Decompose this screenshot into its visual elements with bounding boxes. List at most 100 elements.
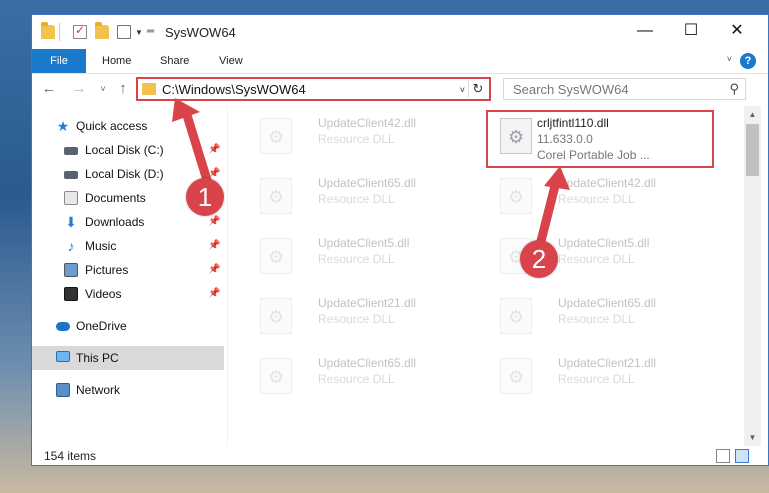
- chevron-down-icon[interactable]: ˅: [727, 54, 732, 64]
- sidebar-item-onedrive[interactable]: OneDrive: [32, 314, 224, 338]
- refresh-icon[interactable]: ↻: [468, 80, 487, 98]
- dll-file-icon: [500, 178, 532, 214]
- search-icon[interactable]: ⚲: [729, 81, 739, 97]
- sidebar-item-label: Quick access: [76, 119, 148, 133]
- sidebar-item-label: Pictures: [85, 263, 129, 277]
- explorer-window: ▼ ═ SysWOW64 — ☐ ✕ File Home Share View …: [31, 14, 769, 466]
- folder-icon: [142, 83, 156, 95]
- disk-icon: [64, 147, 78, 155]
- search-input[interactable]: Search SysWOW64 ⚲: [503, 78, 746, 100]
- dll-file-icon: [500, 298, 532, 334]
- item-count: 154 items: [44, 449, 97, 463]
- file-name: UpdateClient5.dll: [318, 236, 410, 250]
- file-type: Resource DLL: [318, 372, 395, 386]
- toolbar-divider: [59, 23, 60, 41]
- navigation-pane: ★ Quick access Local Disk (C:) 📌 Local D…: [32, 114, 224, 444]
- maximize-button[interactable]: ☐: [668, 15, 714, 47]
- file-name: UpdateClient42.dll: [318, 116, 417, 130]
- file-type: Resource DLL: [318, 252, 395, 266]
- file-type: Resource DLL: [318, 132, 395, 146]
- pin-icon[interactable]: 📌: [208, 282, 220, 306]
- dll-file-icon: [500, 358, 532, 394]
- file-item[interactable]: UpdateClient65.dll Resource DLL: [250, 354, 480, 406]
- address-bar[interactable]: C:\Windows\SysWOW64 ˅ ↻: [136, 77, 491, 101]
- properties-check-icon[interactable]: [73, 23, 87, 39]
- properties-icon[interactable]: [117, 25, 131, 39]
- recent-locations-icon[interactable]: ˅: [94, 80, 112, 98]
- navigation-bar: ← → ˅ ↑ C:\Windows\SysWOW64 ˅ ↻ Search S…: [32, 74, 768, 106]
- step-2-badge: 2: [520, 240, 558, 278]
- highlight-box: [486, 110, 714, 168]
- sidebar-item-music[interactable]: ♪ Music 📌: [32, 234, 224, 258]
- sidebar-item-label: Network: [76, 383, 121, 397]
- chevron-down-icon[interactable]: ˅: [460, 85, 465, 95]
- music-icon: ♪: [67, 238, 75, 254]
- up-arrow-icon[interactable]: ↑: [114, 80, 132, 98]
- scroll-down-icon[interactable]: ▼: [744, 429, 761, 446]
- file-list: UpdateClient42.dll Resource DLL UpdateCl…: [228, 106, 744, 446]
- window-title: SysWOW64: [165, 25, 236, 40]
- file-item[interactable]: UpdateClient65.dll Resource DLL: [490, 294, 720, 346]
- star-icon: ★: [56, 118, 70, 134]
- tab-view[interactable]: View: [219, 49, 243, 73]
- sidebar-item-pictures[interactable]: Pictures 📌: [32, 258, 224, 282]
- vertical-scrollbar[interactable]: ▲ ▼: [744, 106, 761, 446]
- close-button[interactable]: ✕: [714, 15, 760, 47]
- sidebar-item-network[interactable]: Network: [32, 378, 224, 402]
- new-folder-icon[interactable]: [95, 22, 109, 39]
- file-type: Resource DLL: [558, 252, 635, 266]
- address-path[interactable]: C:\Windows\SysWOW64: [162, 82, 306, 97]
- help-button[interactable]: ?: [740, 53, 756, 69]
- title-bar: ▼ ═ SysWOW64 — ☐ ✕: [32, 15, 768, 51]
- network-icon: [56, 383, 70, 397]
- sidebar-item-this-pc[interactable]: This PC: [32, 346, 224, 370]
- dll-file-icon: [260, 118, 292, 154]
- sidebar-item-quick-access[interactable]: ★ Quick access: [32, 114, 224, 138]
- pictures-icon: [64, 263, 78, 277]
- back-arrow-icon[interactable]: ←: [40, 80, 58, 98]
- file-item[interactable]: UpdateClient42.dll Resource DLL: [490, 174, 720, 226]
- file-type: Resource DLL: [318, 312, 395, 326]
- status-bar: 154 items: [32, 446, 768, 466]
- file-item[interactable]: UpdateClient42.dll Resource DLL: [250, 114, 480, 166]
- file-name: UpdateClient5.dll: [558, 236, 650, 250]
- sidebar-item-label: Videos: [85, 287, 122, 301]
- tab-share[interactable]: Share: [160, 49, 189, 73]
- customize-toolbar-icon[interactable]: ═: [147, 26, 154, 37]
- chevron-down-icon[interactable]: ▼: [135, 28, 143, 37]
- folder-icon: [41, 22, 55, 39]
- tab-file[interactable]: File: [32, 49, 86, 73]
- scroll-thumb[interactable]: [746, 124, 759, 176]
- file-type: Resource DLL: [318, 192, 395, 206]
- sidebar-item-label: Music: [85, 239, 117, 253]
- file-item[interactable]: UpdateClient65.dll Resource DLL: [250, 174, 480, 226]
- videos-icon: [64, 287, 78, 301]
- cloud-icon: [56, 322, 70, 331]
- pin-icon[interactable]: 📌: [208, 258, 220, 282]
- dll-file-icon: [260, 238, 292, 274]
- step-1-badge: 1: [186, 178, 224, 216]
- minimize-button[interactable]: —: [622, 15, 668, 47]
- file-item[interactable]: UpdateClient21.dll Resource DLL: [250, 294, 480, 346]
- file-name: UpdateClient65.dll: [318, 356, 417, 370]
- pin-icon[interactable]: 📌: [208, 234, 220, 258]
- pin-icon[interactable]: 📌: [208, 138, 220, 162]
- file-item[interactable]: UpdateClient5.dll Resource DLL: [250, 234, 480, 286]
- file-item[interactable]: UpdateClient21.dll Resource DLL: [490, 354, 720, 406]
- scroll-up-icon[interactable]: ▲: [744, 106, 761, 123]
- download-icon: ⬇: [65, 214, 77, 230]
- dll-file-icon: [260, 298, 292, 334]
- sidebar-item-local-disk-c[interactable]: Local Disk (C:) 📌: [32, 138, 224, 162]
- large-icons-view-icon[interactable]: [735, 449, 749, 463]
- details-view-icon[interactable]: [716, 449, 730, 463]
- forward-arrow-icon[interactable]: →: [70, 80, 88, 98]
- file-type: Resource DLL: [558, 312, 635, 326]
- sidebar-item-label: Local Disk (C:): [85, 143, 164, 157]
- file-name: UpdateClient42.dll: [558, 176, 657, 190]
- tab-home[interactable]: Home: [102, 49, 131, 73]
- ribbon-tabs: File Home Share View ˅ ?: [32, 49, 768, 74]
- sidebar-item-videos[interactable]: Videos 📌: [32, 282, 224, 306]
- sidebar-item-label: This PC: [76, 351, 119, 365]
- disk-icon: [64, 171, 78, 179]
- search-placeholder: Search SysWOW64: [513, 82, 629, 97]
